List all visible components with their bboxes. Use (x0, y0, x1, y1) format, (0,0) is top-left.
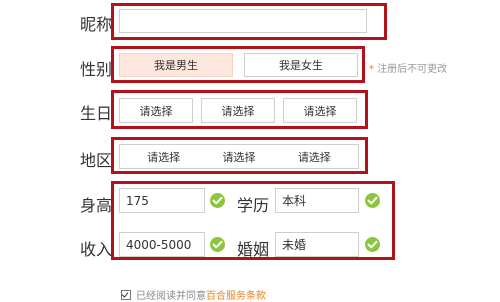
region-select-group: 请选择 请选择 请选择 (119, 144, 359, 169)
region-province-select[interactable]: 请选择 (147, 149, 180, 165)
region-district-select[interactable]: 请选择 (298, 149, 331, 165)
education-label: 学历 (237, 196, 270, 215)
gender-male-button[interactable]: 我是男生 (119, 53, 233, 77)
birthday-label: 生日 (80, 104, 113, 123)
nickname-label: 昵称 (80, 15, 113, 34)
income-select[interactable]: 4000-5000 (119, 232, 205, 257)
marriage-label: 婚姻 (237, 240, 270, 259)
height-input[interactable]: 175 (119, 188, 205, 213)
region-city-select[interactable]: 请选择 (222, 149, 255, 165)
gender-female-button[interactable]: 我是女生 (244, 53, 358, 77)
gender-note: * 注册后不可更改 (369, 60, 447, 75)
birthday-month-select[interactable]: 请选择 (201, 98, 275, 123)
income-valid-icon (210, 237, 225, 252)
region-label: 地区 (80, 151, 113, 170)
education-select[interactable]: 本科 (275, 188, 359, 213)
agreement-checkbox[interactable] (121, 289, 131, 300)
marriage-select[interactable]: 未婚 (275, 232, 359, 257)
height-label: 身高 (80, 196, 113, 215)
gender-label: 性别 (80, 60, 113, 79)
birthday-year-select[interactable]: 请选择 (119, 98, 193, 123)
height-valid-icon (210, 193, 225, 208)
gender-note-star: * (369, 64, 374, 75)
nickname-input[interactable] (119, 9, 367, 33)
education-valid-icon (365, 193, 380, 208)
birthday-day-select[interactable]: 请选择 (283, 98, 357, 123)
gender-note-text: 注册后不可更改 (377, 64, 448, 75)
marriage-valid-icon (365, 237, 380, 252)
income-label: 收入 (80, 240, 113, 259)
